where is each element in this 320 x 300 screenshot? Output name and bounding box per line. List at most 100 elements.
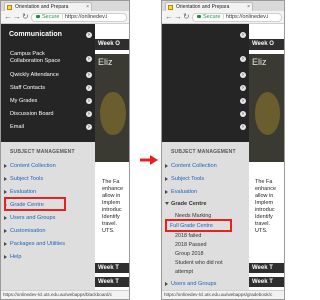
- menu-toggle-icon[interactable]: ›: [240, 32, 246, 38]
- chevron-icon: ›: [240, 85, 246, 91]
- grade-centre-label: Grade Centre: [171, 201, 207, 207]
- grade-item-group-2018[interactable]: Group 2018: [175, 251, 203, 257]
- grade-item-2018-passed[interactable]: 2018 Passed: [175, 242, 206, 248]
- expand-arrow-icon: [165, 281, 168, 286]
- screenshot-after: Orientation and Prepara × ← → ↻ Secure | h…: [161, 0, 285, 300]
- nav-item-label: Staff Contacts: [10, 85, 46, 91]
- highlight-box-full-grade-centre: [165, 219, 232, 232]
- body-text: The Fa enhance allow in Implem introduc …: [255, 179, 277, 234]
- back-arrow-icon[interactable]: ←: [165, 12, 173, 22]
- communication-menu: Communication › Campus Pack Collaboratio…: [1, 24, 95, 142]
- grade-item-attempt[interactable]: attempt: [175, 269, 193, 275]
- nav-item-label: Campus Pack: [10, 51, 45, 57]
- menu-item-label: Customisation: [10, 228, 46, 234]
- banner-image: Eliz: [249, 54, 284, 162]
- chevron-icon: ›: [240, 72, 246, 78]
- expand-arrow-icon: [4, 215, 7, 220]
- forward-arrow-icon[interactable]: →: [174, 12, 182, 22]
- week-bar-2[interactable]: Week T: [95, 277, 129, 287]
- week-tab[interactable]: Week O: [249, 39, 284, 50]
- nav-item-label: My Grades: [10, 98, 38, 104]
- browser-tab[interactable]: Orientation and Prepara ×: [4, 2, 92, 11]
- chevron-icon: ›: [86, 124, 92, 130]
- highlight-box-grade-centre: [4, 197, 66, 211]
- banner-image: Eliz: [95, 54, 129, 162]
- menu-item-label: Help: [10, 254, 22, 260]
- menu-item-label: Evaluation: [10, 189, 37, 195]
- nav-item-label: Email: [10, 124, 24, 130]
- expand-arrow-icon: [4, 163, 7, 168]
- grade-item-2018-failed[interactable]: 2018 failed: [175, 233, 201, 239]
- close-tab-icon[interactable]: ×: [247, 3, 250, 11]
- expand-arrow-icon: [165, 163, 168, 168]
- chevron-icon: ›: [240, 124, 246, 130]
- menu-item-label: Packages and Utilities: [10, 241, 66, 247]
- menu-item-label: Content Collection: [10, 163, 56, 169]
- menu-item-label: Users and Groups: [10, 215, 56, 221]
- back-arrow-icon[interactable]: ←: [4, 12, 12, 22]
- expand-arrow-icon: [4, 189, 7, 194]
- reload-icon[interactable]: ↻: [183, 12, 190, 22]
- address-bar: ← → ↻ Secure | https://onlinedev.i: [1, 11, 129, 24]
- banner-text: Eliz: [252, 57, 267, 67]
- banner-text: Eliz: [98, 57, 113, 67]
- lock-icon: [36, 14, 40, 18]
- subject-management-menu: SUBJECT MANAGEMENT Content Collection Su…: [1, 142, 95, 292]
- chevron-icon: ›: [240, 98, 246, 104]
- nav-item-label: Collaboration Space: [10, 58, 61, 64]
- menu-item-label: Content Collection: [171, 163, 217, 169]
- menu-item-label: Subject Tools: [10, 176, 44, 182]
- browser-tab-bar: Orientation and Prepara ×: [162, 1, 284, 11]
- subject-management-menu: SUBJECT MANAGEMENT Content Collection Su…: [162, 142, 249, 292]
- chevron-icon: ›: [86, 72, 92, 78]
- week-bar-1[interactable]: Week T: [95, 263, 129, 273]
- menu-toggle-icon[interactable]: ›: [86, 32, 92, 38]
- week-tab[interactable]: Week O: [95, 39, 129, 50]
- secure-label: Secure: [203, 14, 221, 20]
- status-bar: https://onlinedev-lcl.uts.edu.au/webapps…: [162, 290, 284, 299]
- right-arrow-icon: [140, 155, 158, 165]
- chevron-icon: ›: [240, 111, 246, 117]
- nav-item-label: Discussion Board: [10, 111, 54, 117]
- week-bar-1[interactable]: Week T: [249, 263, 284, 273]
- url-text: https://onlinedev.i: [64, 14, 108, 20]
- grade-centre-heading[interactable]: Grade Centre: [165, 201, 206, 207]
- subject-management-heading: SUBJECT MANAGEMENT: [10, 149, 75, 155]
- expand-arrow-icon: [165, 176, 168, 181]
- secure-label: Secure: [42, 14, 60, 20]
- lock-icon: [197, 14, 201, 18]
- expand-arrow-icon: [4, 228, 7, 233]
- address-bar: ← → ↻ Secure | https://onlinedev.i: [162, 11, 284, 24]
- week-bar-2[interactable]: Week T: [249, 277, 284, 287]
- chevron-icon: ›: [240, 56, 246, 62]
- body-text: The Fa enhance allow in Implem introduc …: [102, 179, 124, 234]
- menu-item-label: Subject Tools: [171, 176, 205, 182]
- nav-item-label: Qwickly Attendance: [10, 72, 59, 78]
- menu-item-label: Users and Groups: [171, 281, 217, 287]
- tab-favicon-icon: [7, 4, 12, 10]
- browser-tab-bar: Orientation and Prepara ×: [1, 1, 129, 11]
- url-field[interactable]: Secure | https://onlinedev.i: [192, 13, 282, 22]
- grade-item-did-not-attempt[interactable]: Student who did not: [175, 260, 223, 266]
- expand-arrow-icon: [4, 176, 7, 181]
- chevron-icon: ›: [86, 111, 92, 117]
- tab-favicon-icon: [168, 4, 173, 10]
- forward-arrow-icon[interactable]: →: [13, 12, 21, 22]
- browser-tab[interactable]: Orientation and Prepara ×: [165, 2, 253, 11]
- chevron-icon: ›: [86, 85, 92, 91]
- subject-management-heading: SUBJECT MANAGEMENT: [171, 149, 236, 155]
- reload-icon[interactable]: ↻: [22, 12, 29, 22]
- expand-arrow-icon: [165, 189, 168, 194]
- expand-arrow-icon: [4, 254, 7, 259]
- url-field[interactable]: Secure | https://onlinedev.i: [31, 13, 127, 22]
- collapse-arrow-icon: [165, 202, 169, 206]
- screenshot-before: Orientation and Prepara × ← → ↻ Secure | h…: [0, 0, 130, 300]
- expand-arrow-icon: [4, 241, 7, 246]
- chevron-icon: ›: [86, 56, 92, 62]
- url-text: https://onlinedev.i: [225, 14, 269, 20]
- close-tab-icon[interactable]: ×: [86, 3, 89, 11]
- menu-item-label: Evaluation: [171, 189, 198, 195]
- tab-title: Orientation and Prepara: [176, 4, 230, 10]
- communication-menu: › › › › › › ›: [162, 24, 249, 142]
- status-bar: https://onlinedev-lcl.uts.edu.au/webapps…: [1, 290, 129, 299]
